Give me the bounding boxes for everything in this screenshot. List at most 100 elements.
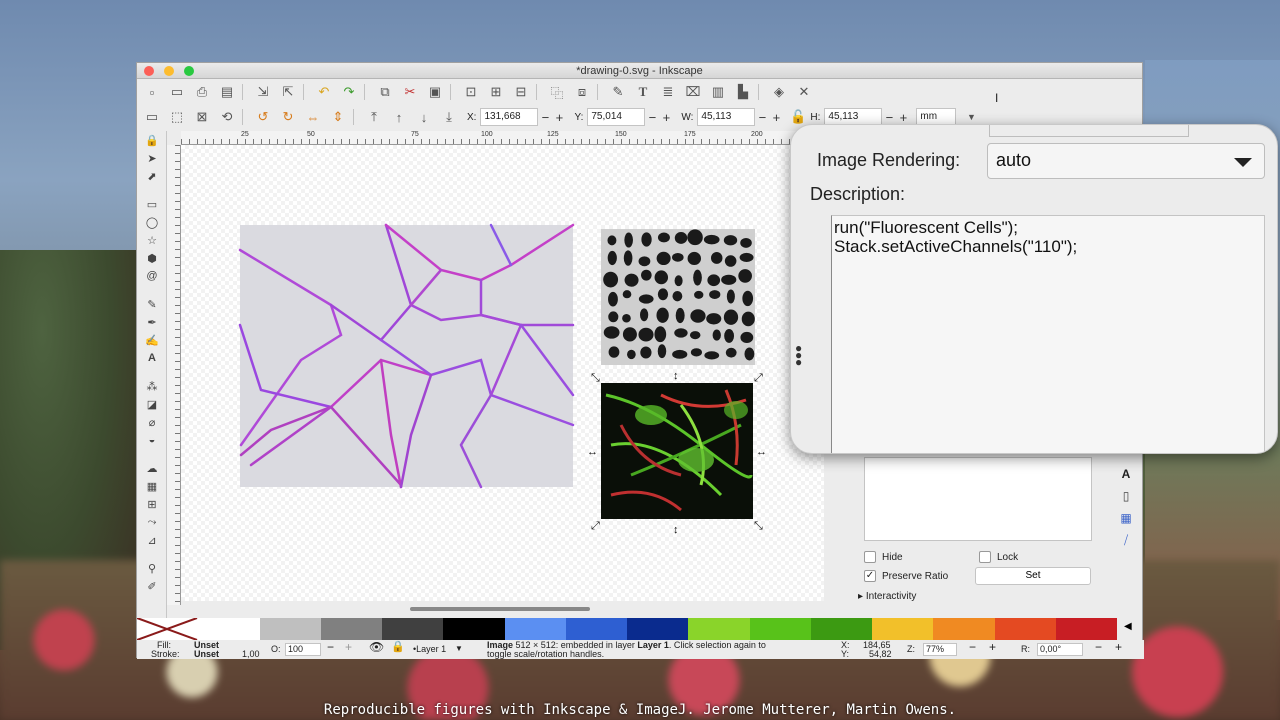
scale-handle[interactable]: ↕ (673, 524, 679, 536)
cell-outline-image[interactable] (238, 223, 575, 489)
import-icon[interactable]: ⇲ (253, 82, 273, 102)
pen-tool-icon[interactable]: ✒ (137, 313, 167, 331)
node-tool-icon[interactable]: ⬈ (137, 167, 167, 185)
rotation-increment-button[interactable]: + (1115, 641, 1122, 653)
set-button[interactable]: Set (975, 567, 1091, 585)
zoom-drawing-icon[interactable]: ⊞ (486, 82, 506, 102)
zoom-selection-icon[interactable]: ⊡ (461, 82, 481, 102)
opacity-decrement-button[interactable]: − (327, 641, 334, 653)
layer-select[interactable]: •Layer 1 (413, 645, 446, 654)
maximize-window-button[interactable] (184, 66, 194, 76)
text-icon[interactable]: A (1114, 463, 1138, 485)
grid-icon[interactable]: ▦ (1114, 507, 1138, 529)
x-field[interactable]: 131,668 (480, 108, 539, 126)
color-swatch[interactable] (1055, 618, 1117, 640)
hide-checkbox[interactable] (864, 551, 876, 563)
mesh-tool-icon[interactable]: ⊞ (137, 495, 167, 513)
no-paint-swatch[interactable] (137, 618, 199, 640)
document-properties-icon[interactable]: ◈ (769, 82, 789, 102)
pencil-tool-icon[interactable]: ✎ (137, 295, 167, 313)
color-swatch[interactable] (810, 618, 872, 640)
horizontal-scrollbar[interactable] (410, 607, 590, 611)
select-all-layers-icon[interactable]: ⬚ (167, 107, 187, 127)
new-document-icon[interactable]: ▫ (142, 82, 162, 102)
zoom-page-icon[interactable]: ⊟ (511, 82, 531, 102)
stroke-value[interactable]: Unset (194, 650, 219, 659)
guides-icon[interactable]: ⧸ (1114, 529, 1138, 551)
opacity-increment-button[interactable]: + (345, 641, 352, 653)
scale-handle[interactable]: ⤡ (591, 372, 600, 384)
raise-icon[interactable]: ↑ (389, 107, 409, 127)
color-swatch[interactable] (443, 618, 505, 640)
h-decrement-button[interactable]: − (882, 110, 896, 125)
color-swatch[interactable] (688, 618, 750, 640)
copy-icon[interactable]: ⧉ (375, 82, 395, 102)
raise-to-top-icon[interactable]: ⤒ (364, 107, 384, 127)
horizontal-ruler[interactable] (181, 131, 831, 145)
save-icon[interactable]: ⎙ (192, 82, 212, 102)
rotation-field[interactable]: 0,00° (1037, 643, 1083, 656)
eraser-tool-icon[interactable]: ◪ (137, 395, 167, 413)
scale-handle[interactable]: ↔ (756, 446, 767, 458)
panel-resize-grip-icon[interactable]: ● ● ● (795, 342, 802, 368)
calligraphy-tool-icon[interactable]: ✍ (137, 331, 167, 349)
layer-chevron-icon[interactable]: ▼ (455, 644, 463, 653)
color-swatch[interactable] (994, 618, 1056, 640)
pencil-icon[interactable]: ✐ (137, 577, 167, 595)
eye-icon[interactable]: 👁 (369, 641, 384, 653)
page-icon[interactable]: ▯ (1114, 485, 1138, 507)
minimize-window-button[interactable] (164, 66, 174, 76)
color-swatch[interactable] (565, 618, 627, 640)
y-decrement-button[interactable]: − (645, 110, 659, 125)
y-field[interactable]: 75,014 (587, 108, 646, 126)
zoom-field[interactable]: 77% (923, 643, 957, 656)
lower-icon[interactable]: ↓ (414, 107, 434, 127)
rotation-decrement-button[interactable]: − (1095, 641, 1102, 653)
flip-vertical-icon[interactable]: ⇕ (328, 107, 348, 127)
align-distribute-icon[interactable]: ▙ (733, 82, 753, 102)
export-icon[interactable]: ⇱ (278, 82, 298, 102)
lock-checkbox[interactable] (979, 551, 991, 563)
rotate-90-ccw-icon[interactable]: ↺ (253, 107, 273, 127)
vertical-ruler[interactable] (167, 145, 181, 605)
paste-icon[interactable]: ▣ (425, 82, 445, 102)
measure-tool-icon[interactable]: ⊿ (137, 531, 167, 549)
tweak-tool-icon[interactable]: ☁ (137, 459, 167, 477)
zoom-decrement-button[interactable]: − (969, 641, 976, 653)
text-tool-icon[interactable]: A (137, 349, 167, 367)
dropper-tool-icon[interactable]: ⌀ (137, 413, 167, 431)
print-icon[interactable]: ▤ (217, 82, 237, 102)
w-increment-button[interactable]: + (769, 110, 783, 125)
h-increment-button[interactable]: + (896, 110, 910, 125)
image-rendering-select[interactable]: auto (987, 143, 1265, 179)
scale-handle[interactable]: ↕ (673, 370, 679, 382)
ellipse-tool-icon[interactable]: ◯ (137, 213, 167, 231)
y-increment-button[interactable]: + (659, 110, 673, 125)
text-font-icon[interactable]: T (633, 82, 653, 102)
scale-handle[interactable]: ↔ (587, 446, 598, 458)
clone-icon[interactable]: ⧈ (572, 82, 592, 102)
preserve-ratio-checkbox[interactable]: ✓ (864, 570, 876, 582)
color-swatch[interactable] (749, 618, 811, 640)
palette-menu-icon[interactable]: ◀ (1124, 621, 1132, 632)
zoom-tool-icon[interactable]: ⚲ (137, 559, 167, 577)
selector-tool-icon[interactable]: ➤ (137, 149, 167, 167)
color-swatch[interactable] (320, 618, 382, 640)
color-swatch[interactable] (259, 618, 321, 640)
blob-texture-image[interactable] (601, 229, 755, 365)
color-swatch[interactable] (382, 618, 444, 640)
rectangle-tool-icon[interactable]: ▭ (137, 195, 167, 213)
spray-tool-icon[interactable]: ⁂ (137, 377, 167, 395)
scale-handle[interactable]: ⤢ (591, 520, 600, 532)
x-decrement-button[interactable]: − (538, 110, 552, 125)
duplicate-icon[interactable]: ⿻ (547, 82, 567, 102)
bucket-tool-icon[interactable]: ◒ (137, 431, 167, 449)
color-swatch[interactable] (198, 618, 260, 640)
rotate-90-cw-icon[interactable]: ↻ (278, 107, 298, 127)
lower-to-bottom-icon[interactable]: ⤓ (439, 107, 459, 127)
interactivity-expander[interactable]: ▸ Interactivity (858, 591, 916, 602)
description-textarea-small[interactable] (864, 457, 1092, 541)
redo-icon[interactable]: ↷ (339, 82, 359, 102)
color-swatch[interactable] (627, 618, 689, 640)
x-increment-button[interactable]: + (552, 110, 566, 125)
